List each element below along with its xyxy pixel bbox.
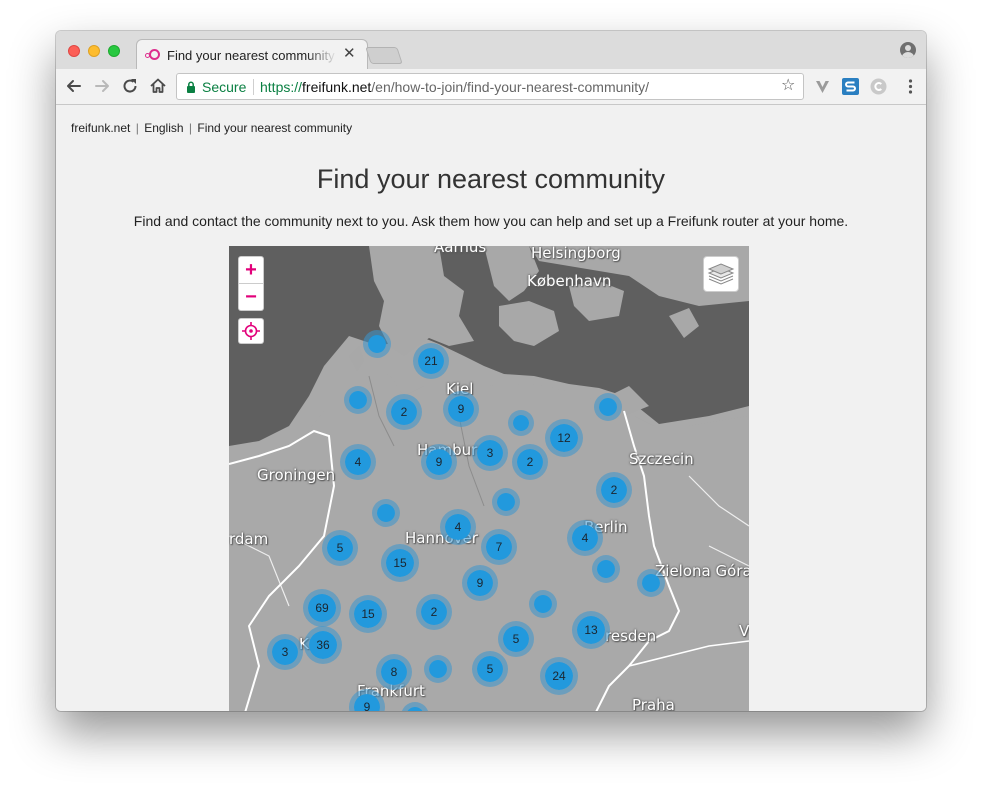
url-path: /en/how-to-join/find-your-nearest-commun… xyxy=(371,79,650,95)
url-scheme: https:// xyxy=(260,79,303,95)
map-cluster[interactable]: 13 xyxy=(572,611,610,649)
url-host: freifunk.net xyxy=(302,79,372,95)
forward-icon[interactable] xyxy=(91,75,113,97)
tab-close-icon[interactable]: ✕ xyxy=(343,45,356,63)
map-cluster[interactable]: 9 xyxy=(421,444,457,480)
map-marker[interactable] xyxy=(372,499,400,527)
map-cluster[interactable]: 2 xyxy=(596,472,632,508)
map-marker[interactable] xyxy=(594,393,622,421)
tab-find-community[interactable]: Find your nearest community ✕ xyxy=(136,39,368,70)
map-cluster[interactable]: 9 xyxy=(443,391,479,427)
lock-icon xyxy=(187,81,195,93)
city-label-praha: Praha xyxy=(632,696,675,711)
locate-control[interactable] xyxy=(238,318,264,344)
map-marker[interactable] xyxy=(637,569,665,597)
intro-text: Find and contact the community next to y… xyxy=(133,213,849,229)
map-marker[interactable] xyxy=(508,410,534,436)
map-cluster[interactable]: 21 xyxy=(413,343,449,379)
star-icon[interactable]: ☆ xyxy=(781,78,795,94)
map-cluster[interactable]: 24 xyxy=(540,657,578,695)
city-label-dresden: resden xyxy=(605,627,657,645)
city-label-kobenhavn: København xyxy=(527,272,612,290)
map-cluster[interactable]: 5 xyxy=(472,651,508,687)
map-cluster[interactable]: 2 xyxy=(386,394,422,430)
map-cluster[interactable]: 2 xyxy=(416,594,452,630)
breadcrumb-separator: | xyxy=(135,121,139,135)
community-map[interactable]: Aarhus Helsingborg København Kiel Hambur… xyxy=(229,246,749,711)
zoom-in-button[interactable]: + xyxy=(239,257,263,284)
city-label-szczecin: Szczecin xyxy=(629,450,694,468)
breadcrumb: freifunk.net | English | Find your neare… xyxy=(71,121,352,135)
map-cluster[interactable]: 4 xyxy=(567,520,603,556)
map-cluster[interactable]: 7 xyxy=(481,529,517,565)
map-cluster[interactable]: 5 xyxy=(498,621,534,657)
layers-control[interactable] xyxy=(703,256,739,292)
browser-toolbar: Secure https://freifunk.net/en/how-to-jo… xyxy=(56,69,926,105)
menu-icon[interactable] xyxy=(902,78,919,95)
map-marker[interactable] xyxy=(424,655,452,683)
map-cluster[interactable]: 15 xyxy=(349,595,387,633)
map-marker[interactable] xyxy=(492,488,520,516)
url-text[interactable]: https://freifunk.net/en/how-to-join/find… xyxy=(260,79,649,95)
minimize-window-button[interactable] xyxy=(88,45,100,57)
vivaldi-ext-icon[interactable] xyxy=(814,78,831,95)
map-cluster[interactable]: 3 xyxy=(267,634,303,670)
map-cluster[interactable]: 15 xyxy=(381,544,419,582)
breadcrumb-current: Find your nearest community xyxy=(197,121,353,135)
map-marker[interactable] xyxy=(529,590,557,618)
map-cluster[interactable]: 69 xyxy=(303,589,341,627)
title-bar: Find your nearest community ✕ xyxy=(56,31,926,70)
omnibox-divider xyxy=(253,79,254,95)
address-bar[interactable]: Secure https://freifunk.net/en/how-to-jo… xyxy=(176,73,804,100)
map-marker[interactable] xyxy=(363,330,391,358)
page-title: Find your nearest community xyxy=(316,164,666,194)
locate-icon xyxy=(242,322,260,340)
reload-icon[interactable] xyxy=(119,75,141,97)
c-ext-icon[interactable] xyxy=(870,78,887,95)
map-cluster[interactable]: 2 xyxy=(512,444,548,480)
breadcrumb-separator: | xyxy=(188,121,193,135)
map-cluster[interactable]: 3 xyxy=(472,435,508,471)
layers-icon xyxy=(707,263,735,285)
map-marker[interactable] xyxy=(344,386,372,414)
page-content: freifunk.net | English | Find your neare… xyxy=(56,105,926,711)
back-icon[interactable] xyxy=(63,75,85,97)
tab-title: Find your nearest community xyxy=(167,48,335,63)
s-ext-icon[interactable] xyxy=(842,78,859,95)
zoom-control: + − xyxy=(238,256,264,311)
city-label-helsingborg: Helsingborg xyxy=(531,246,621,262)
map-cluster[interactable]: 9 xyxy=(462,565,498,601)
zoom-out-button[interactable]: − xyxy=(239,284,263,310)
close-window-button[interactable] xyxy=(68,45,80,57)
browser-window: Find your nearest community ✕ Secure htt… xyxy=(56,31,926,711)
profile-icon[interactable] xyxy=(900,42,916,58)
city-label-zielona-gora: Zielona Góra xyxy=(655,562,749,580)
map-cluster[interactable]: 5 xyxy=(322,530,358,566)
secure-label: Secure xyxy=(202,79,247,95)
map-cluster[interactable]: 8 xyxy=(376,654,412,690)
city-label-w: V xyxy=(739,622,749,640)
city-label-aarhus: Aarhus xyxy=(434,246,487,256)
home-icon[interactable] xyxy=(147,75,169,97)
map-cluster[interactable]: 4 xyxy=(340,444,376,480)
city-label-groningen: Groningen xyxy=(257,466,336,484)
maximize-window-button[interactable] xyxy=(108,45,120,57)
map-cluster[interactable]: 4 xyxy=(440,509,476,545)
breadcrumb-language-link[interactable]: English xyxy=(144,121,183,135)
map-marker[interactable] xyxy=(592,555,620,583)
new-tab-button[interactable] xyxy=(365,47,403,64)
city-label-amsterdam: rdam xyxy=(229,530,269,548)
map-cluster[interactable]: 12 xyxy=(545,419,583,457)
breadcrumb-home-link[interactable]: freifunk.net xyxy=(71,121,130,135)
freifunk-favicon-icon xyxy=(145,49,160,60)
map-cluster[interactable]: 36 xyxy=(304,626,342,664)
